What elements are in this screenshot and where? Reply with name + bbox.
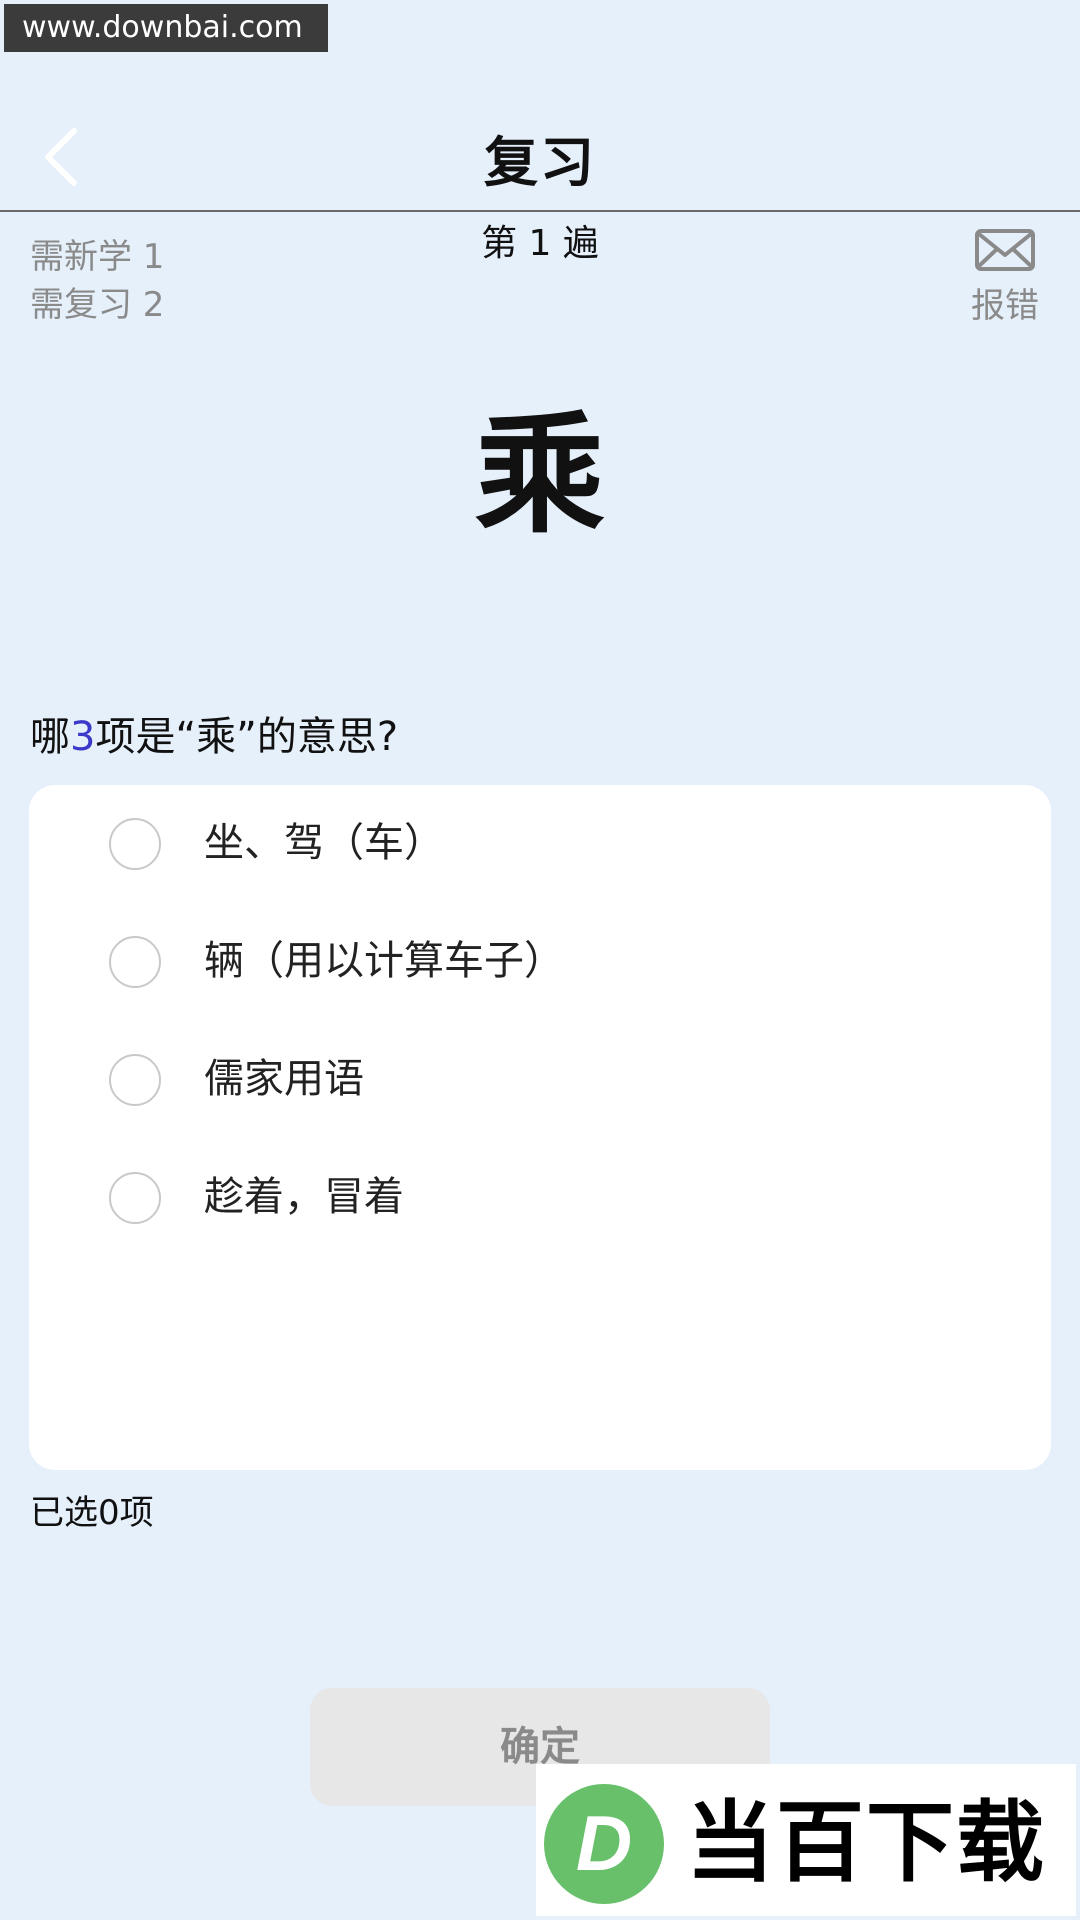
radio-button[interactable] [109, 818, 161, 870]
study-character: 乘 [474, 399, 605, 551]
brand-text: 当百下载 [686, 1791, 1047, 1894]
watermark-url: www.downbai.com [4, 4, 328, 52]
option-1[interactable]: 坐、驾（车） [79, 807, 1009, 879]
question-count: 3 [70, 714, 96, 760]
watermark-brand: D 当百下载 [536, 1764, 1076, 1916]
options-card: 坐、驾（车） 辆（用以计算车子） 儒家用语 趁着，冒着 [29, 785, 1051, 1470]
question-suffix: 项是“乘”的意思? [95, 714, 399, 760]
report-label: 报错 [971, 286, 1039, 326]
brand-logo-letter: D [576, 1799, 632, 1887]
downbai-logo-icon: D [544, 1784, 664, 1904]
page-title: 复习 [484, 131, 596, 194]
selected-count: 已选0项 [30, 1493, 154, 1533]
radio-button[interactable] [109, 1172, 161, 1224]
question-prefix: 哪 [30, 714, 70, 760]
option-2[interactable]: 辆（用以计算车子） [79, 925, 1009, 997]
option-label: 坐、驾（车） [204, 820, 444, 866]
nav-bar: 复习 [0, 95, 1080, 212]
option-label: 儒家用语 [204, 1056, 364, 1102]
round-counter: 第 1 遍 [481, 223, 599, 264]
envelope-icon [975, 229, 1035, 271]
report-button[interactable]: 报错 [960, 228, 1050, 327]
option-3[interactable]: 儒家用语 [79, 1043, 1009, 1115]
radio-button[interactable] [109, 1054, 161, 1106]
option-label: 辆（用以计算车子） [204, 938, 564, 984]
question-text: 哪3项是“乘”的意思? [30, 704, 398, 762]
review-count: 需复习 2 [30, 285, 165, 325]
radio-button[interactable] [109, 936, 161, 988]
option-label: 趁着，冒着 [204, 1174, 404, 1220]
option-4[interactable]: 趁着，冒着 [79, 1161, 1009, 1233]
